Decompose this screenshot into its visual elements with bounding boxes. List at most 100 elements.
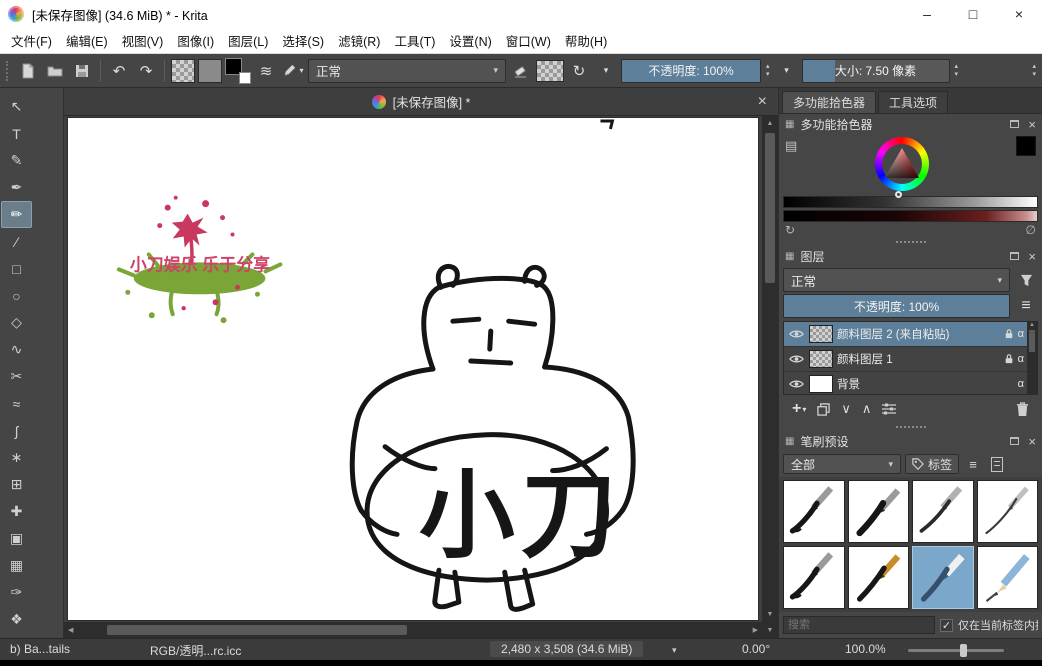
zoom-slider-handle[interactable] [960,644,967,657]
sv-triangle[interactable] [884,147,920,179]
tool-ellipse[interactable]: ○ [1,282,32,309]
selector-settings-icon[interactable]: ▤ [785,138,797,154]
opacity-spinner[interactable]: ▴ ▾ [764,64,772,78]
tool-gradient[interactable]: ▦ [1,552,32,579]
edit-brush-settings-button[interactable]: ▾ [281,58,305,84]
tool-bezier-curve[interactable]: ✂ [1,363,32,390]
spin-down-icon[interactable]: ▾ [766,72,770,78]
brush-preset-6[interactable] [848,546,910,609]
zoom-slider[interactable] [908,649,1004,652]
tool-color-sampler[interactable]: ✑ [1,579,32,606]
brush-details-view-button[interactable] [987,454,1007,474]
document-tab[interactable]: [未保存图像] * × [64,88,778,116]
delete-layer-button[interactable] [1016,402,1029,417]
layer-row-paint1[interactable]: 颜料图层 1 α [784,347,1037,372]
brush-size-slider[interactable]: 大小: 7.50 像素 [802,59,950,83]
tool-transform[interactable]: ⊞ [1,471,32,498]
document-close-icon[interactable]: × [758,94,767,110]
layer-row-paint2[interactable]: 颜料图层 2 (来自粘贴) α [784,322,1037,347]
tool-freehand-path[interactable]: ≈ [1,390,32,417]
layers-dock-header[interactable]: ▦ 图层 × [779,246,1042,266]
menu-select[interactable]: 选择(S) [275,27,331,54]
choose-brush-preset-button[interactable]: ≋ [254,58,278,84]
tool-calligraphy[interactable]: ✒ [1,174,32,201]
menu-window[interactable]: 窗口(W) [499,27,558,54]
maximize-button[interactable]: □ [950,0,996,28]
opacity-slider[interactable]: 不透明度: 100% [621,59,761,83]
foreground-background-colors[interactable] [225,58,251,84]
move-layer-down-button[interactable]: ∨ [841,401,851,417]
menu-file[interactable]: 文件(F) [4,27,59,54]
sync-colors-icon[interactable]: ↻ [785,223,795,237]
canvas-vertical-scrollbar[interactable]: ▲ ▼ [762,116,778,622]
layer-options-menu-button[interactable]: ≡ [1014,294,1038,318]
new-document-button[interactable] [16,58,40,84]
canvas-rotation[interactable]: 0.00° [742,642,770,656]
tool-text[interactable]: T [1,120,32,147]
spin-down-icon[interactable]: ▾ [1032,72,1036,78]
close-button[interactable]: × [996,0,1042,28]
brush-preset-8-pencil[interactable] [977,546,1039,609]
tool-multibrush[interactable]: ∗ [1,444,32,471]
undo-button[interactable]: ↶ [107,58,131,84]
menu-filter[interactable]: 滤镜(R) [331,27,387,54]
eye-icon[interactable] [787,354,805,364]
duplicate-layer-button[interactable] [817,403,830,416]
dock-splitter[interactable] [779,238,1042,246]
spin-up-icon[interactable]: ▴ [955,64,959,70]
layer-filter-button[interactable] [1014,268,1038,292]
brush-search-input[interactable] [783,616,935,634]
close-dock-icon[interactable]: × [1028,435,1036,448]
add-layer-button[interactable]: +▾ [792,400,806,418]
canvas-page[interactable]: 小刀娱乐 乐于分享 [68,118,758,620]
scroll-down-icon[interactable]: ▼ [763,607,778,622]
reload-preset-button[interactable]: ↻ [567,58,591,84]
opacity-dropdown-icon[interactable]: ▾ [775,58,799,84]
layer-opacity-slider[interactable]: 不透明度: 100% [783,294,1010,318]
lock-icon[interactable] [1004,353,1014,365]
pattern-swatch[interactable] [198,59,222,83]
layer-list-scrollbar[interactable]: ▲ [1027,322,1037,394]
brush-size-spinner[interactable]: ▴ ▾ [953,64,961,78]
layer-scroll-thumb[interactable] [1029,330,1035,352]
eye-icon[interactable] [787,379,805,389]
tool-dynamic-brush[interactable]: ʃ [1,417,32,444]
brush-presets-dock-header[interactable]: ▦ 笔刷预设 × [779,431,1042,451]
alpha-icon[interactable]: α [1018,378,1024,390]
menu-help[interactable]: 帮助(H) [558,27,614,54]
alpha-icon[interactable]: α [1018,353,1024,365]
brush-preset-5[interactable] [783,546,845,609]
dock-splitter[interactable] [779,423,1042,431]
tool-select-shapes[interactable]: ↖ [1,93,32,120]
tool-freehand-brush[interactable]: ✏ [1,201,32,228]
tags-button[interactable]: 标签 [905,454,959,474]
tool-fill[interactable]: ◧ [1,660,32,666]
horizontal-scroll-thumb[interactable] [107,625,407,635]
spin-down-icon[interactable]: ▾ [955,72,959,78]
search-scope-checkbox[interactable]: ✓ [940,619,953,632]
menu-view[interactable]: 视图(V) [115,27,171,54]
value-strip[interactable] [783,196,1038,208]
scroll-up-icon[interactable]: ▲ [763,116,778,131]
eraser-mode-button[interactable] [509,58,533,84]
close-dock-icon[interactable]: × [1028,118,1036,131]
layer-blend-mode-select[interactable]: 正常 ▾ [783,268,1010,292]
blend-mode-select[interactable]: 正常 ▾ [308,59,506,83]
layer-properties-button[interactable] [882,403,896,415]
memory-dropdown-icon[interactable]: ▾ [672,645,677,656]
menu-settings[interactable]: 设置(N) [442,27,498,54]
tool-line[interactable]: ∕ [1,228,32,255]
gradient-swatch[interactable] [171,59,195,83]
toolbar-overflow-spinner[interactable]: ▴ ▾ [1030,64,1038,78]
move-layer-up-button[interactable]: ∧ [862,401,872,417]
open-document-button[interactable] [43,58,67,84]
tool-edit-shapes[interactable]: ✎ [1,147,32,174]
close-dock-icon[interactable]: × [1028,250,1036,263]
tool-pattern-edit[interactable]: ❖ [1,606,32,633]
float-dock-icon[interactable] [1010,252,1019,260]
canvas-horizontal-scrollbar[interactable]: ◀ ▶ [64,622,762,638]
menu-layer[interactable]: 图层(L) [221,27,275,54]
zoom-level[interactable]: 100.0% [845,642,886,656]
brush-display-menu-button[interactable]: ≡ [963,454,983,474]
menu-image[interactable]: 图像(I) [170,27,221,54]
